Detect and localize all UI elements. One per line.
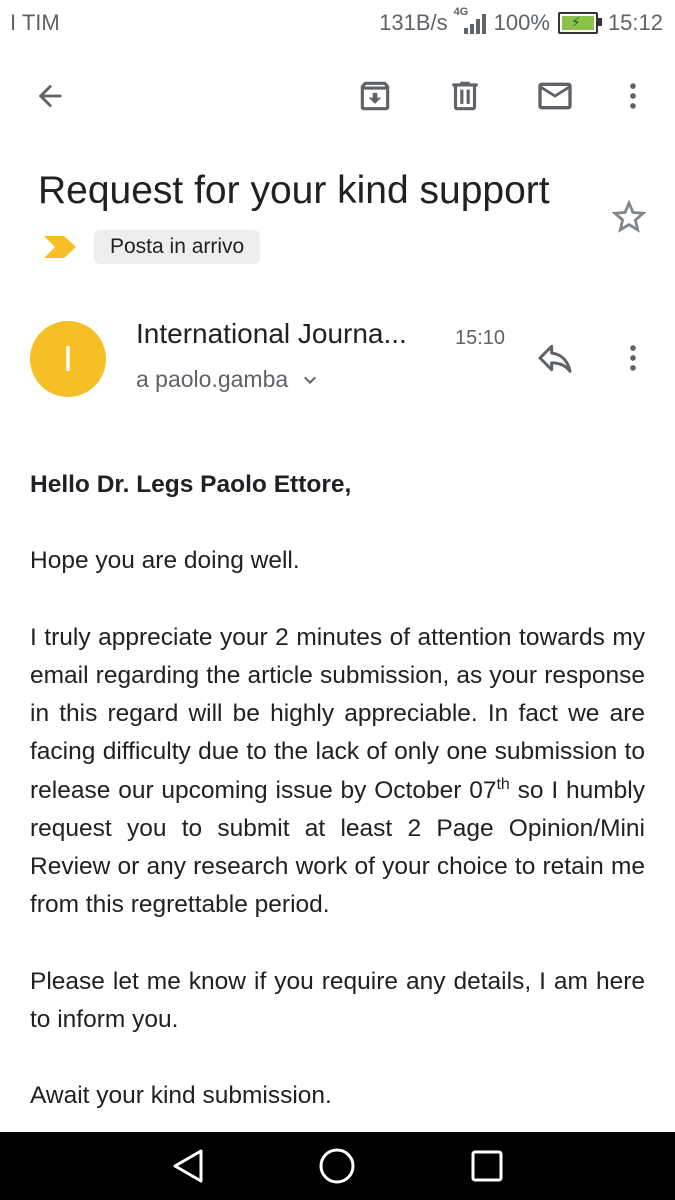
system-nav-bar	[0, 1132, 675, 1200]
recipient-text: a paolo.gamba	[136, 366, 289, 392]
ordinal-suffix: th	[496, 775, 510, 793]
back-arrow-icon	[38, 84, 62, 108]
battery-percent: 100%	[493, 10, 550, 35]
status-bar: I TIM 131B/s 4G 100% ⚡ 15:12	[0, 0, 675, 46]
body-greeting: Hello Dr. Legs Paolo Ettore,	[30, 471, 352, 498]
home-circle-icon	[319, 1148, 355, 1184]
email-subject: Request for your kind support	[38, 169, 550, 212]
app-bar	[0, 56, 675, 140]
battery-charging-icon: ⚡	[557, 12, 602, 34]
archive-icon	[360, 81, 390, 111]
delete-icon	[452, 81, 478, 111]
inbox-label-chip[interactable]: Posta in arrivo	[94, 230, 261, 264]
body-paragraph-3: Please let me know if you require any de…	[30, 967, 645, 1033]
recipient-details-toggle[interactable]: a paolo.gamba	[136, 366, 322, 393]
sender-name[interactable]: International Journa...	[136, 318, 407, 350]
more-options-button[interactable]	[601, 64, 665, 128]
nav-back-button[interactable]	[166, 1144, 210, 1188]
clock: 15:12	[607, 10, 663, 35]
carrier-name: I TIM	[10, 10, 60, 35]
email-time: 15:10	[455, 327, 506, 349]
sender-avatar[interactable]: I	[30, 321, 106, 397]
label-row: Posta in arrivo	[44, 230, 261, 264]
star-button[interactable]	[608, 196, 650, 243]
gmail-email-screen: I TIM 131B/s 4G 100% ⚡ 15:12 Request for…	[0, 0, 675, 1200]
back-triangle-icon	[173, 1149, 203, 1183]
message-more-button[interactable]	[601, 326, 665, 390]
back-button[interactable]	[18, 64, 82, 128]
body-paragraph-4: Await your kind submission.	[30, 1082, 332, 1110]
reply-icon	[538, 344, 572, 373]
more-vert-icon	[630, 83, 636, 109]
chevron-down-icon	[304, 376, 317, 384]
reply-button[interactable]	[523, 326, 587, 390]
nav-home-button[interactable]	[315, 1144, 359, 1188]
body-paragraph-1: Hope you are doing well.	[30, 547, 300, 575]
body-paragraph-2: I truly appreciate your 2 minutes of att…	[30, 619, 645, 925]
network-speed: 131B/s	[379, 10, 448, 35]
network-type: 4G	[453, 6, 469, 18]
archive-button[interactable]	[343, 64, 407, 128]
nav-recents-button[interactable]	[465, 1144, 509, 1188]
delete-button[interactable]	[433, 64, 497, 128]
star-outline-icon	[611, 199, 647, 233]
more-vert-icon	[630, 345, 636, 371]
email-body: Hello Dr. Legs Paolo Ettore, Hope you ar…	[30, 466, 645, 1154]
signal-icon: 4G	[454, 6, 490, 36]
importance-marker-icon	[44, 236, 76, 258]
mark-unread-icon	[538, 82, 572, 110]
recents-square-icon	[471, 1150, 503, 1182]
mark-unread-button[interactable]	[523, 64, 587, 128]
